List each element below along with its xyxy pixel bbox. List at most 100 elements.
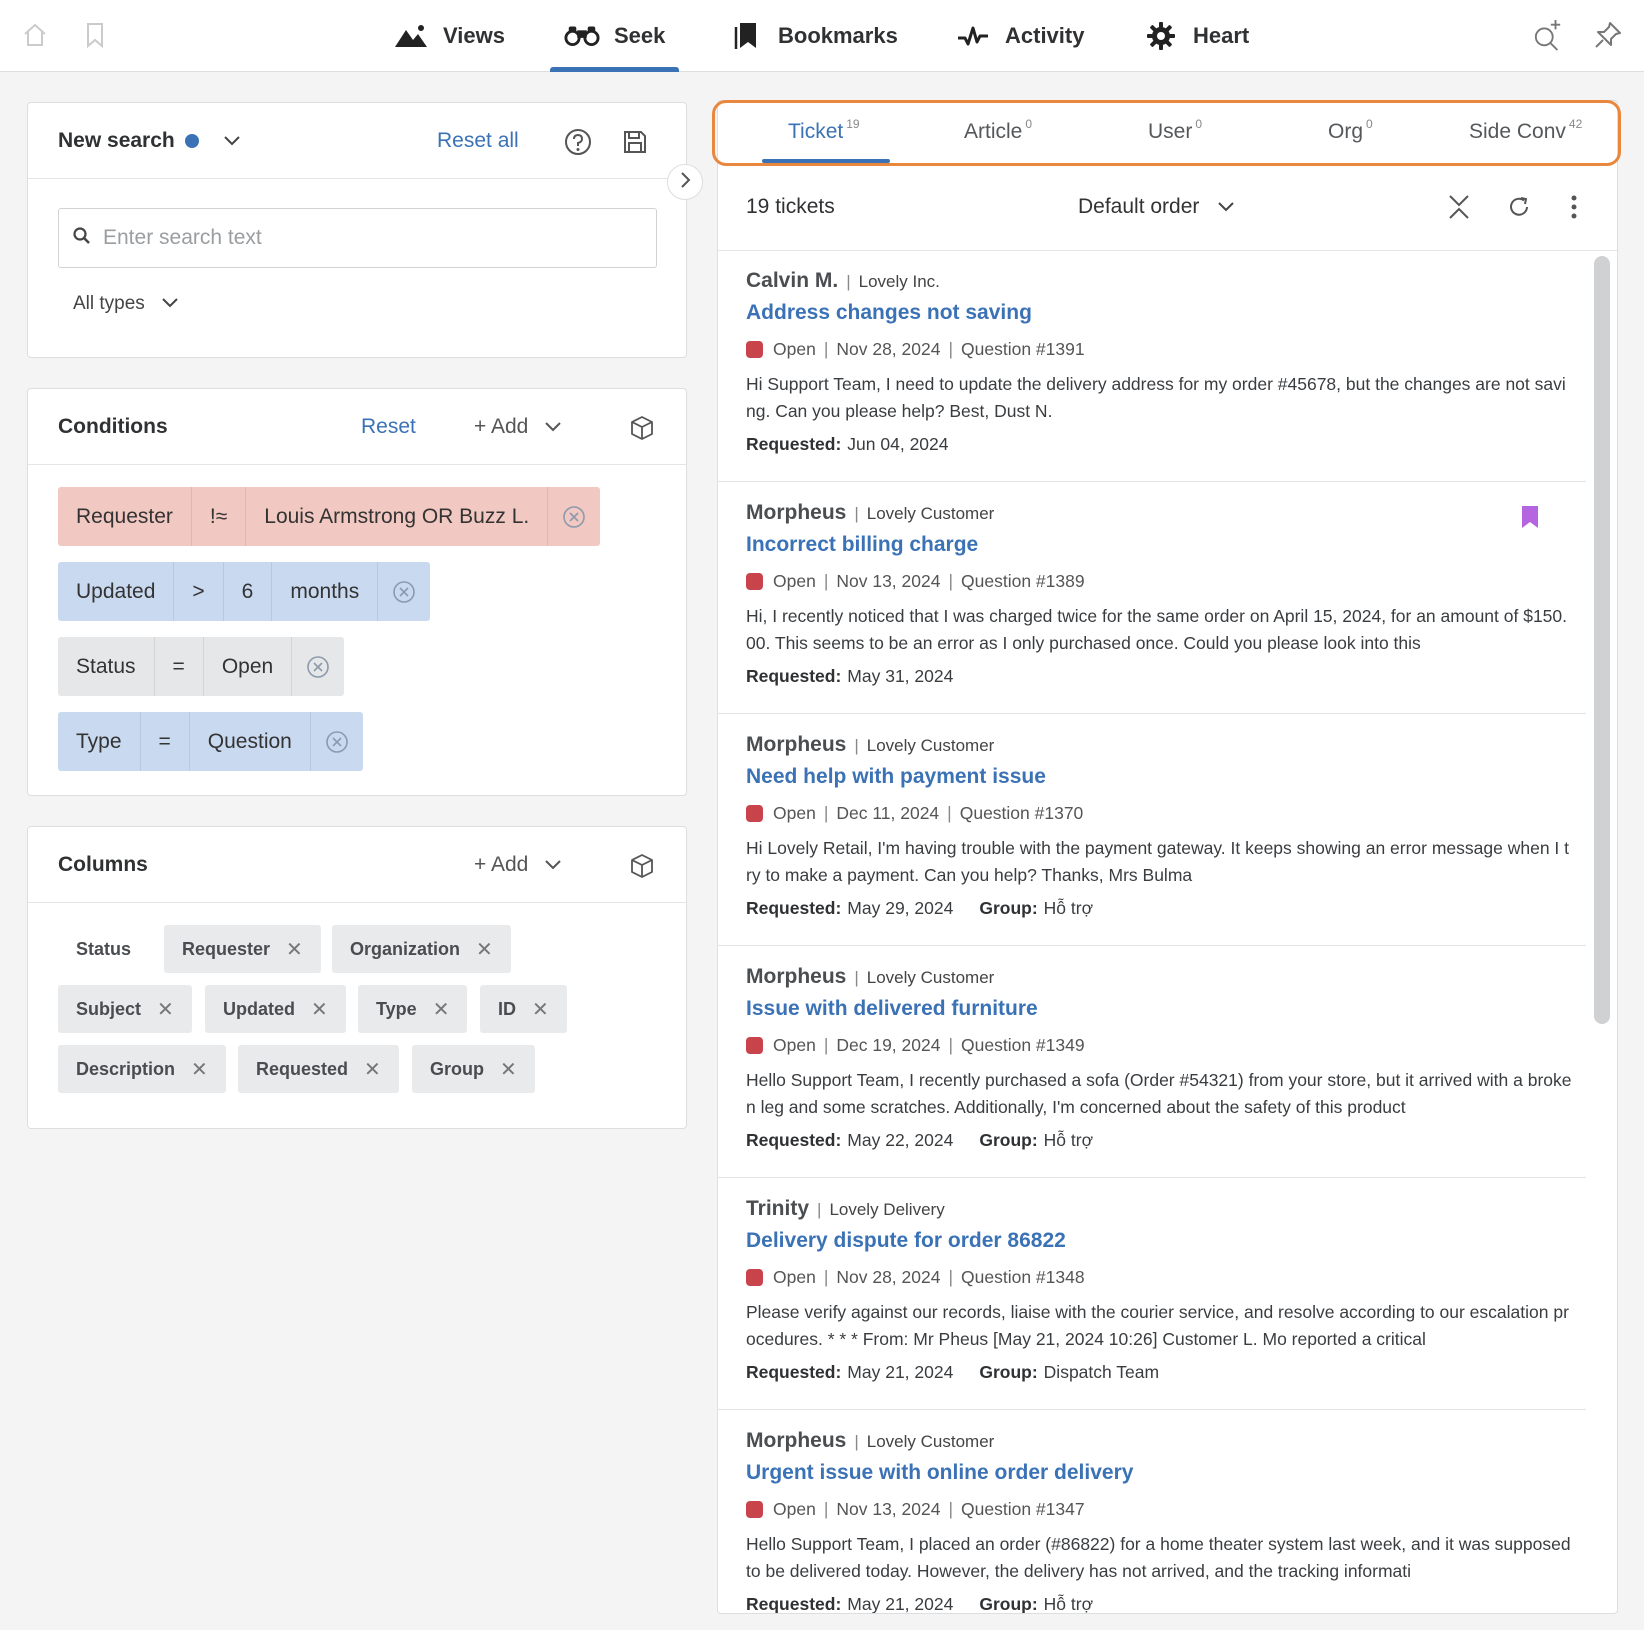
ticket-org[interactable]: Lovely Customer [867,504,995,524]
remove-condition-button[interactable] [311,712,363,771]
condition-type[interactable]: Type = Question [58,712,363,771]
status-open-badge [746,1037,763,1054]
add-column-button[interactable]: + Add [474,827,562,903]
ticket-org[interactable]: Lovely Customer [867,1432,995,1452]
column-chip-id[interactable]: ID ✕ [480,985,567,1033]
ticket-row[interactable]: Trinity | Lovely Delivery Delivery dispute… [718,1179,1586,1410]
ticket-subject-link[interactable]: Address changes not saving [746,301,1032,325]
nav-tab-activity[interactable]: Activity [955,0,1084,72]
ticket-org[interactable]: Lovely Delivery [829,1200,944,1220]
column-chip-group[interactable]: Group ✕ [412,1045,535,1093]
ticket-row[interactable]: Morpheus | Lovely Customer Need help with … [718,715,1586,946]
results-scrollbar[interactable] [1594,256,1610,1024]
ticket-subject-link[interactable]: Delivery dispute for order 86822 [746,1229,1066,1253]
columns-header: Columns + Add [28,827,686,903]
columns-title: Columns [58,853,148,876]
tab-article[interactable]: Article 0 [964,101,1032,163]
remove-circle-icon [307,655,329,678]
tab-ticket[interactable]: Ticket 19 [762,101,890,163]
remove-column-icon[interactable]: ✕ [311,997,328,1022]
cube-icon[interactable] [628,414,656,442]
ticket-subject-link[interactable]: Issue with delivered furniture [746,997,1038,1021]
condition-status[interactable]: Status = Open [58,637,345,696]
help-icon[interactable] [564,128,592,156]
ticket-requester[interactable]: Morpheus [746,965,846,989]
add-condition-button[interactable]: + Add [474,389,562,465]
column-chip-updated[interactable]: Updated ✕ [205,985,346,1033]
ticket-row[interactable]: Morpheus | Lovely Customer Incorrect billi… [718,483,1586,714]
remove-column-icon[interactable]: ✕ [364,1057,381,1082]
ticket-status: Open [773,1267,816,1287]
ticket-subject-link[interactable]: Need help with payment issue [746,765,1046,789]
remove-column-icon[interactable]: ✕ [433,997,450,1022]
remove-column-icon[interactable]: ✕ [286,937,303,962]
search-field[interactable] [58,208,657,268]
ticket-org[interactable]: Lovely Customer [867,736,995,756]
search-plus-icon[interactable] [1533,20,1563,51]
collapse-panel-button[interactable] [667,164,703,200]
condition-requester[interactable]: Requester !≈ Louis Armstrong OR Buzz L. [58,487,601,546]
remove-column-icon[interactable]: ✕ [532,997,549,1022]
ticket-requester[interactable]: Morpheus [746,1429,846,1453]
ticket-requester[interactable]: Trinity [746,1197,809,1221]
search-name-dropdown[interactable]: New search [58,103,241,179]
nav-tab-bookmarks[interactable]: Bookmarks [728,0,898,72]
ticket-requester[interactable]: Morpheus [746,733,846,757]
ticket-row[interactable]: Calvin M. | Lovely Inc. Address changes no… [718,251,1586,482]
ticket-requester[interactable]: Morpheus [746,501,846,525]
sort-order-dropdown[interactable]: Default order [1078,163,1235,251]
save-icon[interactable] [621,128,649,156]
remove-condition-button[interactable] [378,562,430,621]
refresh-icon[interactable] [1505,193,1533,221]
nav-tab-views[interactable]: Views [393,0,505,72]
condition-value: Louis Armstrong OR Buzz L. [246,487,549,546]
column-chip-description[interactable]: Description ✕ [58,1045,226,1093]
status-open-badge [746,341,763,358]
search-input[interactable] [103,226,623,250]
condition-updated[interactable]: Updated > 6 months [58,562,431,621]
ticket-group: Hỗ trợ [1043,1130,1094,1150]
remove-condition-button[interactable] [548,487,600,546]
ticket-type-id: Question #1389 [961,571,1085,591]
remove-column-icon[interactable]: ✕ [157,997,174,1022]
ticket-row[interactable]: Morpheus | Lovely Customer Urgent issue wi… [718,1411,1586,1613]
chevron-down-icon [1217,195,1235,219]
ticket-description: Hello Support Team, I placed an order (#… [746,1534,1571,1581]
column-chip-subject[interactable]: Subject ✕ [58,985,192,1033]
nav-tab-seek[interactable]: Seek [549,0,680,72]
remove-column-icon[interactable]: ✕ [191,1057,208,1082]
nav-tab-heart[interactable]: Heart [1143,0,1249,72]
nav-tab-heart-label: Heart [1193,23,1250,48]
ticket-org[interactable]: Lovely Customer [867,968,995,988]
ticket-org[interactable]: Lovely Inc. [859,272,940,292]
ticket-subject-link[interactable]: Incorrect billing charge [746,533,978,557]
column-chip-type[interactable]: Type ✕ [358,985,468,1033]
remove-condition-button[interactable] [292,637,344,696]
bookmarked-icon[interactable] [1521,505,1539,529]
ticket-requester[interactable]: Calvin M. [746,269,838,293]
column-chip-organization[interactable]: Organization ✕ [332,925,511,973]
requested-label: Requested: [746,434,842,454]
column-chip-requested[interactable]: Requested ✕ [238,1045,399,1093]
ticket-type-id: Question #1347 [961,1499,1085,1519]
tab-user[interactable]: User 0 [1148,101,1202,163]
more-options-icon[interactable] [1560,193,1588,221]
remove-column-icon[interactable]: ✕ [500,1057,517,1082]
column-chip-requester[interactable]: Requester ✕ [164,925,321,973]
pin-icon[interactable] [1593,20,1623,50]
home-icon[interactable] [20,20,50,50]
all-types-dropdown[interactable]: All types [73,289,179,319]
ticket-group: Dispatch Team [1043,1362,1160,1382]
cube-icon[interactable] [628,852,656,880]
bookmark-outline-icon[interactable] [80,20,110,50]
binoculars-icon [564,21,600,51]
ticket-row[interactable]: Morpheus | Lovely Customer Issue with deli… [718,947,1586,1178]
remove-column-icon[interactable]: ✕ [476,937,493,962]
condition-field: Type [58,712,141,771]
tab-side-conv[interactable]: Side Conv 42 [1469,101,1582,163]
ticket-subject-link[interactable]: Urgent issue with online order delivery [746,1461,1133,1485]
reset-all-button[interactable]: Reset all [437,103,519,179]
collapse-all-icon[interactable] [1445,193,1473,221]
tab-org[interactable]: Org 0 [1328,101,1373,163]
conditions-reset-button[interactable]: Reset [361,389,416,465]
